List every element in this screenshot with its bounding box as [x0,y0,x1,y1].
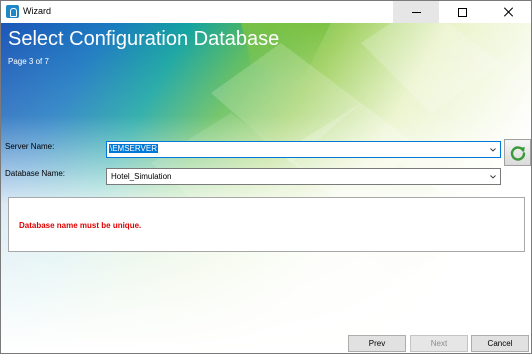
title-bar[interactable]: Wizard [1,1,531,23]
database-name-label: Database Name: [5,169,66,178]
close-icon [503,7,513,17]
page-title: Select Configuration Database [8,28,280,50]
minimize-button[interactable] [393,1,439,23]
validation-error-text: Database name must be unique. [19,221,142,230]
validation-message-box: Database name must be unique. [8,197,525,252]
chevron-down-icon[interactable] [490,174,496,180]
window-title: Wizard [23,6,52,16]
maximize-button[interactable] [439,1,485,23]
app-icon [6,5,19,18]
page-indicator: Page 3 of 7 [8,57,49,66]
server-name-combobox[interactable]: \EMSERVER [106,141,501,158]
wizard-window: Wizard Select Configuration Database Pag… [0,0,532,354]
database-name-combobox[interactable]: Hotel_Simulation [106,168,501,185]
prev-button[interactable]: Prev [348,335,406,352]
refresh-button[interactable] [504,139,531,166]
close-button[interactable] [485,1,531,23]
server-name-value: \EMSERVER [109,144,158,153]
refresh-icon [510,145,525,161]
database-name-value: Hotel_Simulation [111,172,172,181]
chevron-down-icon[interactable] [490,147,496,153]
minimize-icon [411,11,421,13]
next-button[interactable]: Next [410,335,468,352]
maximize-icon [457,7,467,17]
server-name-label: Server Name: [5,142,55,151]
header-background-art [1,23,531,353]
cancel-button[interactable]: Cancel [471,335,529,352]
